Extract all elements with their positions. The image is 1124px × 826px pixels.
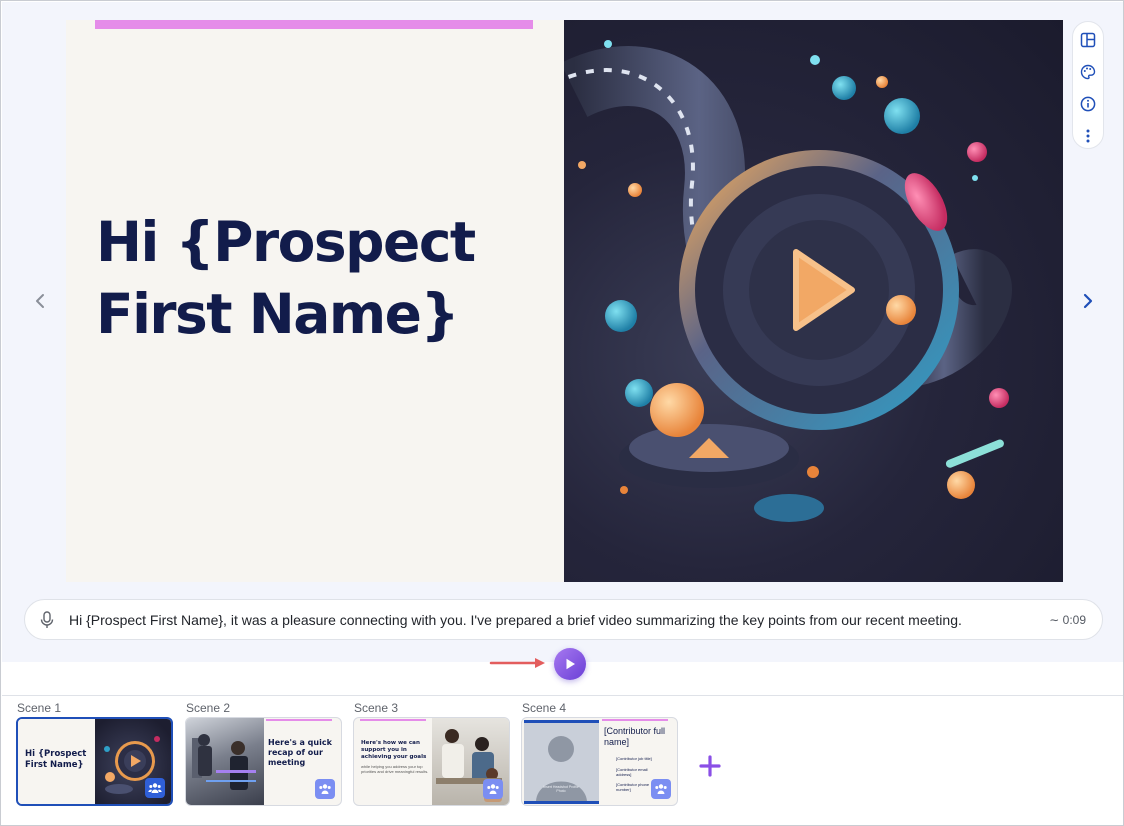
scene-3[interactable]: Scene 3 Here's how we can support you in… xyxy=(353,701,512,806)
scene-thumbnail-title: Here's how we can support you in achievi… xyxy=(361,740,427,760)
next-scene-button[interactable] xyxy=(1076,289,1100,313)
scene-thumbnail-title: Hi {Prospect First Name} xyxy=(25,749,87,770)
chevron-left-icon xyxy=(36,294,44,308)
people-icon xyxy=(148,783,162,793)
plus-icon xyxy=(699,755,721,777)
people-icon xyxy=(487,784,499,794)
slide-stage: Hi {Prospect First Name} Hi {Prospect Fi… xyxy=(2,2,1123,662)
headshot-placeholder: Insert Headshot Profile Photo xyxy=(524,723,599,801)
scene-thumbnail[interactable]: Insert Headshot Profile Photo [Contribut… xyxy=(521,717,678,806)
scene-label: Scene 4 xyxy=(522,701,567,715)
play-preview-button[interactable] xyxy=(554,648,586,680)
slide-image[interactable] xyxy=(564,20,1063,582)
contributor-job-title: [Contributor job title] xyxy=(616,756,652,761)
theme-button[interactable] xyxy=(1076,60,1100,84)
slide-accent-bar xyxy=(95,20,533,29)
scene-1[interactable]: Scene 1 Hi {Prospect First Name} xyxy=(16,701,175,806)
scene-thumbnail-subtitle: while helping you address your top prior… xyxy=(361,764,429,774)
headshot-caption: Insert Headshot Profile Photo xyxy=(543,785,579,793)
editor-window: Hi {Prospect First Name} Hi {Prospect Fi… xyxy=(0,0,1124,826)
scene-thumbnail[interactable]: Here's how we can support you in achievi… xyxy=(353,717,510,806)
scene-thumbnail-image xyxy=(186,718,264,805)
chevron-right-icon xyxy=(1083,293,1093,309)
people-icon xyxy=(319,784,331,794)
avatar-badge xyxy=(315,779,335,799)
layout-icon xyxy=(1080,32,1096,48)
avatar-badge xyxy=(145,778,165,798)
scene-label: Scene 1 xyxy=(17,701,62,715)
microphone-icon xyxy=(40,610,54,628)
info-button[interactable] xyxy=(1076,92,1100,116)
scene-4[interactable]: Scene 4 Insert Headshot Profile Photo [C… xyxy=(521,701,680,806)
scene-label: Scene 3 xyxy=(354,701,399,715)
video-reel-illustration xyxy=(564,40,1012,522)
scene-thumbnail-title: [Contributor full name] xyxy=(604,726,666,747)
record-voice-button[interactable] xyxy=(35,608,59,632)
layout-button[interactable] xyxy=(1076,28,1100,52)
more-vertical-icon xyxy=(1086,129,1090,143)
slide-text-panel: Hi {Prospect First Name} xyxy=(66,20,564,582)
add-scene-button[interactable] xyxy=(698,754,722,778)
script-duration: ∼ 0:09 xyxy=(1049,612,1086,627)
info-icon xyxy=(1080,96,1096,112)
contributor-email: [Contributor email address] xyxy=(616,767,648,777)
contributor-phone: [Contributor phone number] xyxy=(616,782,650,792)
scene-thumbnail-title: Here's a quick recap of our meeting xyxy=(268,738,332,767)
play-icon xyxy=(566,658,575,670)
previous-scene-button[interactable] xyxy=(28,289,52,313)
scenes-divider xyxy=(2,695,1123,696)
slide-preview[interactable]: Hi {Prospect First Name} xyxy=(66,20,1063,582)
scene-2[interactable]: Scene 2 Here's a quick recap of our meet… xyxy=(185,701,344,806)
avatar-badge xyxy=(483,779,503,799)
script-bar: Hi {Prospect First Name}, it was a pleas… xyxy=(24,599,1103,640)
palette-icon xyxy=(1080,64,1096,80)
more-options-button[interactable] xyxy=(1076,124,1100,148)
people-icon xyxy=(655,784,667,794)
scene-thumbnail[interactable]: Hi {Prospect First Name} xyxy=(16,717,173,806)
scene-label: Scene 2 xyxy=(186,701,231,715)
avatar-badge xyxy=(651,779,671,799)
script-text-input[interactable]: Hi {Prospect First Name}, it was a pleas… xyxy=(69,612,1049,628)
slide-title[interactable]: Hi {Prospect First Name} xyxy=(96,206,536,350)
annotation-arrow-icon xyxy=(489,658,545,668)
slide-toolbar xyxy=(1072,21,1104,149)
scene-thumbnail[interactable]: Here's a quick recap of our meeting xyxy=(185,717,342,806)
